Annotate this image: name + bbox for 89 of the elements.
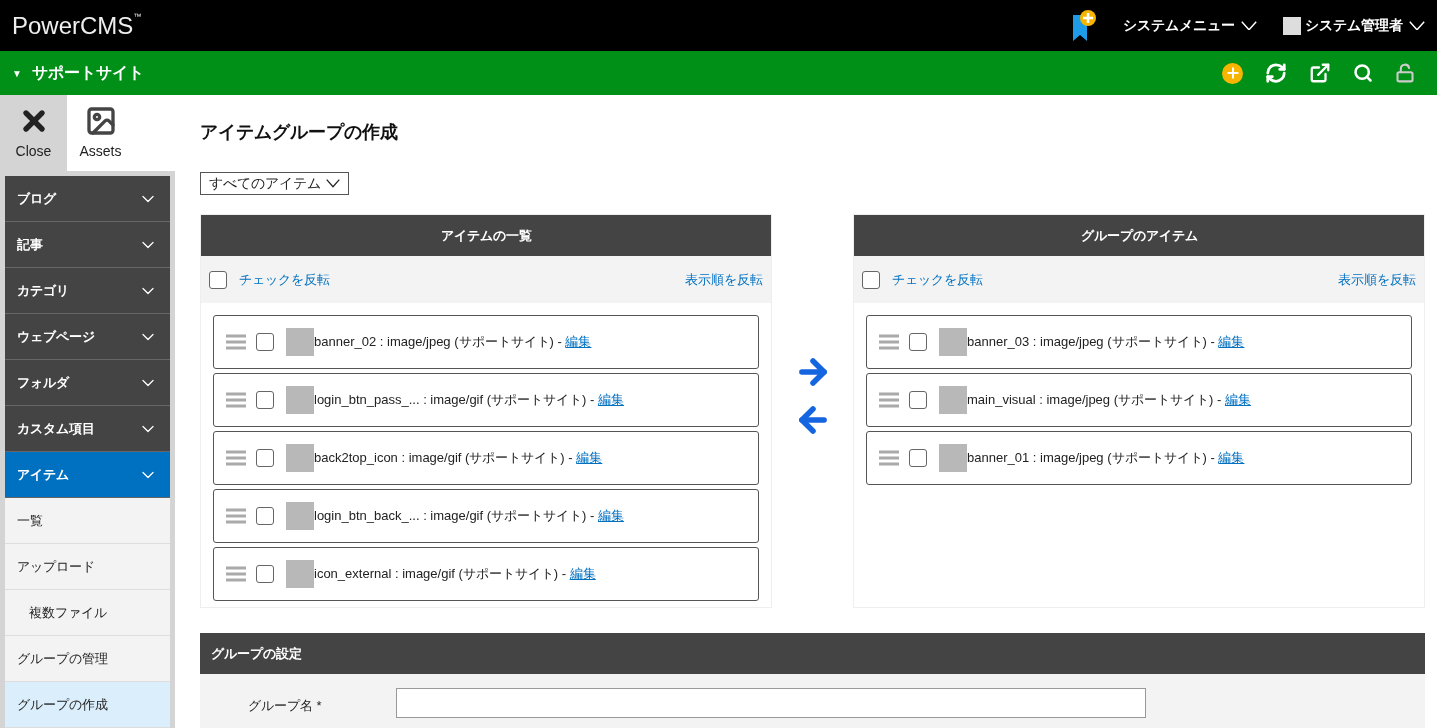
sidebar-section[interactable]: ブログ	[5, 176, 170, 222]
edit-link[interactable]: 編集	[1218, 332, 1245, 352]
item-label: login_btn_back_... : image/gif (サポートサイト) -	[314, 507, 596, 526]
thumbnail-placeholder	[286, 502, 314, 530]
checkbox[interactable]	[256, 391, 274, 409]
list-item[interactable]: back2top_icon : image/gif (サポートサイト) - 編集	[213, 431, 759, 485]
checkbox[interactable]	[909, 333, 927, 351]
checkbox[interactable]	[909, 449, 927, 467]
item-label: banner_03 : image/jpeg (サポートサイト) -	[967, 333, 1216, 352]
item-label: back2top_icon : image/gif (サポートサイト) -	[314, 449, 574, 468]
item-label: login_btn_pass_... : image/gif (サポートサイト) -	[314, 391, 596, 410]
checkbox[interactable]	[209, 270, 227, 289]
external-link-icon[interactable]	[1309, 62, 1331, 84]
drag-handle-icon[interactable]	[226, 392, 246, 408]
field-label: グループ名 *	[247, 697, 323, 715]
sidebar-section[interactable]: ウェブページ	[5, 314, 170, 360]
item-label: icon_external : image/gif (サポートサイト) -	[314, 565, 568, 584]
image-icon	[84, 104, 117, 137]
section-header: グループの設定	[200, 633, 1425, 674]
site-menu[interactable]: ▼ サポートサイト	[12, 61, 144, 85]
thumbnail-placeholder	[286, 386, 314, 414]
chevron-down-icon	[1241, 20, 1257, 31]
drag-handle-icon[interactable]	[879, 334, 899, 350]
list-item[interactable]: main_visual : image/jpeg (サポートサイト) - 編集	[866, 373, 1412, 427]
item-label: banner_02 : image/jpeg (サポートサイト) -	[314, 333, 563, 352]
drag-handle-icon[interactable]	[226, 508, 246, 524]
chevron-down-icon	[1409, 20, 1425, 31]
edit-link[interactable]: 編集	[1218, 448, 1245, 468]
thumbnail-placeholder	[286, 328, 314, 356]
panel-header: アイテムの一覧	[201, 215, 771, 256]
sidebar-item[interactable]: グループの管理	[5, 636, 170, 682]
sidebar-tool[interactable]: Close	[0, 95, 67, 171]
thumbnail-placeholder	[939, 444, 967, 472]
page-title: アイテムグループの作成	[200, 121, 399, 144]
list-item[interactable]: login_btn_pass_... : image/gif (サポートサイト) - 編集	[213, 373, 759, 427]
checkbox[interactable]	[909, 391, 927, 409]
checkbox[interactable]	[256, 565, 274, 583]
panel-header: グループのアイテム	[854, 215, 1424, 256]
add-icon[interactable]	[1222, 62, 1243, 84]
list-item[interactable]: icon_external : image/gif (サポートサイト) - 編集	[213, 547, 759, 601]
drag-handle-icon[interactable]	[226, 566, 246, 582]
thumbnail-placeholder	[939, 386, 967, 414]
checkbox[interactable]	[256, 333, 274, 351]
sidebar-item[interactable]: グループの作成	[5, 682, 170, 728]
reverse-order-link[interactable]: 表示順を反転	[1338, 269, 1416, 290]
list-item[interactable]: login_btn_back_... : image/gif (サポートサイト) - 編集	[213, 489, 759, 543]
drag-handle-icon[interactable]	[879, 392, 899, 408]
list-item[interactable]: banner_01 : image/jpeg (サポートサイト) - 編集	[866, 431, 1412, 485]
thumbnail-placeholder	[286, 560, 314, 588]
edit-link[interactable]: 編集	[565, 332, 592, 352]
checkbox[interactable]	[862, 270, 880, 289]
edit-link[interactable]: 編集	[1224, 390, 1251, 410]
filter-dropdown[interactable]: すべてのアイテム	[200, 172, 349, 195]
edit-link[interactable]: 編集	[597, 390, 624, 410]
thumbnail-placeholder	[286, 444, 314, 472]
sidebar-item[interactable]: 一覧	[5, 498, 170, 544]
refresh-icon[interactable]	[1265, 62, 1287, 84]
checkbox[interactable]	[256, 449, 274, 467]
invert-check-link[interactable]: チェックを反転	[239, 269, 330, 290]
sidebar-section[interactable]: カテゴリ	[5, 268, 170, 314]
unlock-icon[interactable]	[1395, 63, 1415, 83]
item-label: banner_01 : image/jpeg (サポートサイト) -	[967, 449, 1216, 468]
avatar-placeholder	[1283, 16, 1301, 35]
drag-handle-icon[interactable]	[226, 450, 246, 466]
checkbox[interactable]	[256, 507, 274, 525]
edit-link[interactable]: 編集	[597, 506, 624, 526]
group-name-input[interactable]	[396, 688, 1146, 718]
drag-handle-icon[interactable]	[226, 334, 246, 350]
sidebar-section[interactable]: カスタム項目	[5, 406, 170, 452]
sidebar-item[interactable]: アップロード	[5, 544, 170, 590]
system-menu[interactable]: システムメニュー	[1123, 15, 1257, 36]
user-menu[interactable]: システム管理者	[1305, 15, 1425, 36]
sidebar-section[interactable]: 記事	[5, 222, 170, 268]
bookmark-plus-icon[interactable]	[1071, 8, 1097, 43]
drag-handle-icon[interactable]	[879, 450, 899, 466]
logo[interactable]: PowerCMS™	[12, 11, 142, 40]
chevron-down-icon	[326, 179, 340, 188]
sidebar-item[interactable]: 複数ファイル	[5, 590, 170, 636]
sidebar-section[interactable]: アイテム	[5, 452, 170, 498]
item-label: main_visual : image/jpeg (サポートサイト) -	[967, 391, 1223, 410]
list-item[interactable]: banner_03 : image/jpeg (サポートサイト) - 編集	[866, 315, 1412, 369]
sidebar-section[interactable]: フォルダ	[5, 360, 170, 406]
reverse-order-link[interactable]: 表示順を反転	[685, 269, 763, 290]
invert-check-link[interactable]: チェックを反転	[892, 269, 983, 290]
list-item[interactable]: banner_02 : image/jpeg (サポートサイト) - 編集	[213, 315, 759, 369]
search-icon[interactable]	[1353, 63, 1373, 83]
edit-link[interactable]: 編集	[576, 448, 603, 468]
edit-link[interactable]: 編集	[569, 564, 596, 584]
thumbnail-placeholder	[939, 328, 967, 356]
